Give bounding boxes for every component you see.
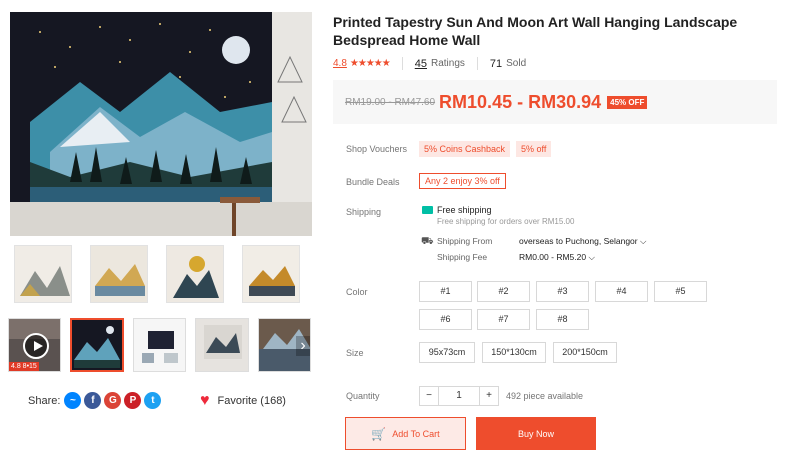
thumbnail-row [14, 245, 304, 305]
color-option-7[interactable]: #7 [477, 309, 530, 330]
main-product-image[interactable] [10, 12, 312, 236]
color-option-6[interactable]: #6 [419, 309, 472, 330]
discount-badge: 45% OFF [607, 95, 648, 109]
add-to-cart-label: Add To Cart [392, 428, 440, 439]
ratings-label: Ratings [430, 58, 465, 69]
quantity-label: Quantity [346, 391, 380, 401]
video-badge: 4.8 8•15 [9, 362, 39, 371]
media-strip: 4.8 8•15 [8, 318, 311, 374]
color-option-5[interactable]: #5 [654, 281, 707, 302]
current-price: RM10.45 - RM30.94 [439, 91, 602, 112]
messenger-icon[interactable]: ~ [64, 392, 82, 409]
star-rating-icon: ★★★★★ [349, 58, 391, 69]
sold-count: 71 [489, 57, 503, 70]
color-option-1[interactable]: #1 [419, 281, 472, 302]
add-to-cart-button[interactable]: 🛒 Add To Cart [345, 417, 466, 450]
thumbnail-1[interactable] [14, 245, 72, 303]
favorite-button[interactable]: ♥ Favorite (168) [200, 393, 286, 409]
bundle-deal-chip[interactable]: Any 2 enjoy 3% off [419, 173, 506, 189]
shipping-from-value[interactable]: overseas to Puchong, Selangor ⌵ [519, 236, 646, 247]
heart-icon: ♥ [200, 392, 210, 409]
strip-item-4[interactable] [195, 318, 249, 372]
original-price: RM19.00 - RM47.60 [345, 96, 436, 108]
favorite-label: Favorite (168) [217, 395, 286, 407]
shipping-fee-value[interactable]: RM0.00 - RM5.20 ⌵ [519, 252, 595, 263]
product-stats: 4.8 ★★★★★ 45 Ratings 71 Sold [333, 57, 526, 70]
price-box: RM19.00 - RM47.60 RM10.45 - RM30.94 45% … [333, 80, 777, 124]
stock-available: 492 piece available [506, 391, 584, 401]
pinterest-icon[interactable]: P [124, 392, 142, 409]
free-shipping-icon [422, 206, 433, 214]
cart-icon: 🛒 [371, 426, 387, 441]
color-label: Color [346, 287, 368, 297]
voucher-chip-off[interactable]: 5% off [516, 141, 552, 157]
strip-next-arrow[interactable]: › [296, 336, 310, 356]
shipping-fee-label: Shipping Fee [437, 252, 488, 262]
product-title: Printed Tapestry Sun And Moon Art Wall H… [333, 14, 738, 48]
sold-label: Sold [506, 58, 527, 69]
color-option-8[interactable]: #8 [536, 309, 589, 330]
divider [476, 57, 478, 70]
thumbnail-3[interactable] [166, 245, 224, 303]
share-row: Share: ~ f G P t [28, 392, 162, 409]
size-label: Size [346, 348, 364, 358]
divider [401, 57, 403, 70]
thumbnail-2[interactable] [90, 245, 148, 303]
voucher-chip-cashback[interactable]: 5% Coins Cashback [419, 141, 511, 157]
twitter-icon[interactable]: t [144, 392, 162, 409]
quantity-stepper: − 1 + [419, 386, 499, 406]
vouchers-label: Shop Vouchers [346, 144, 408, 154]
size-option-95x73[interactable]: 95x73cm [419, 342, 475, 363]
facebook-icon[interactable]: f [84, 392, 102, 409]
free-shipping-title: Free shipping [437, 205, 492, 215]
size-option-200x150[interactable]: 200*150cm [553, 342, 617, 363]
shipping-from-label: Shipping From [437, 236, 493, 246]
strip-item-active[interactable] [70, 318, 124, 372]
truck-icon: ⛟ [421, 236, 434, 247]
color-option-4[interactable]: #4 [595, 281, 648, 302]
quantity-input[interactable]: 1 [439, 386, 479, 406]
color-option-2[interactable]: #2 [477, 281, 530, 302]
color-option-3[interactable]: #3 [536, 281, 589, 302]
buy-now-button[interactable]: Buy Now [476, 417, 596, 450]
rating-value[interactable]: 4.8 [333, 58, 347, 69]
google-plus-icon[interactable]: G [104, 392, 122, 409]
quantity-increase-button[interactable]: + [479, 386, 499, 406]
ratings-count[interactable]: 45 [415, 58, 427, 70]
strip-item-3[interactable] [132, 318, 187, 372]
shipping-label: Shipping [346, 207, 382, 217]
size-option-150x130[interactable]: 150*130cm [482, 342, 546, 363]
thumbnail-4[interactable] [242, 245, 300, 303]
video-thumbnail[interactable]: 4.8 8•15 [8, 318, 62, 372]
play-icon[interactable] [23, 333, 49, 359]
quantity-decrease-button[interactable]: − [419, 386, 439, 406]
bundle-label: Bundle Deals [346, 177, 400, 187]
share-label: Share: [28, 394, 61, 407]
free-shipping-subtitle: Free shipping for orders over RM15.00 [437, 217, 575, 226]
